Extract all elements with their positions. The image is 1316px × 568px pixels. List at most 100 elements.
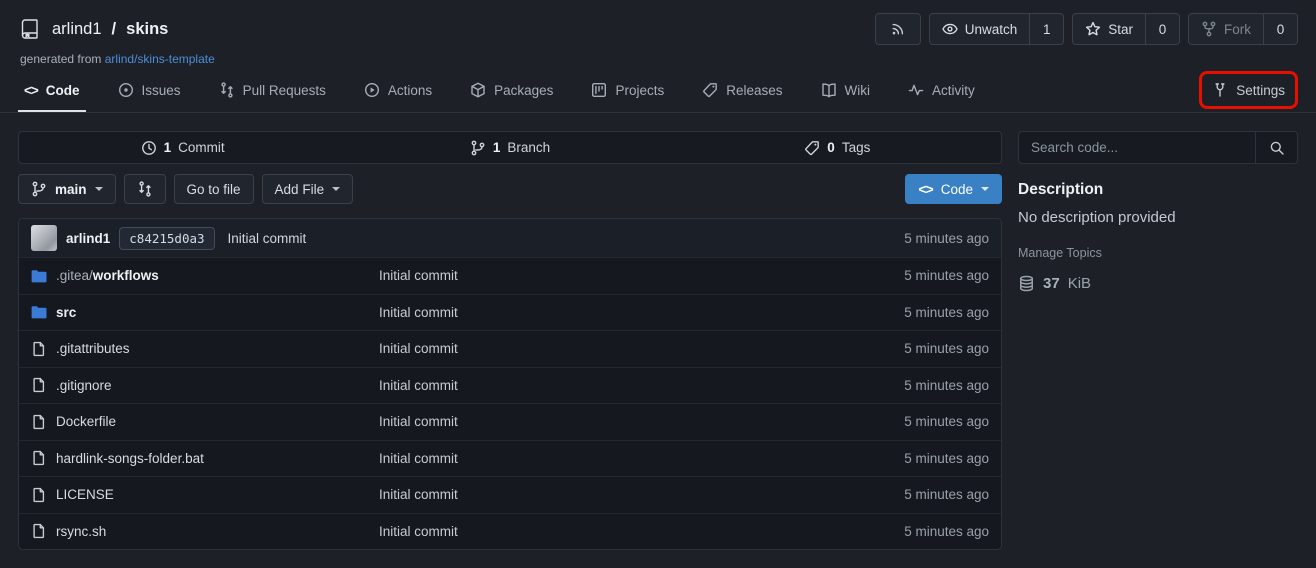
- code-button-label: Code: [941, 182, 973, 197]
- commit-author-link[interactable]: arlind1: [66, 231, 110, 246]
- file-commit-message-link[interactable]: Initial commit: [379, 451, 904, 466]
- search-input[interactable]: [1019, 132, 1255, 163]
- commit-time: 5 minutes ago: [904, 231, 989, 246]
- file-commit-message-link[interactable]: Initial commit: [379, 414, 904, 429]
- branches-label: Branch: [507, 140, 550, 155]
- file-name-link[interactable]: .gitignore: [56, 378, 112, 393]
- commit-message-link[interactable]: Initial commit: [228, 231, 307, 246]
- file-commit-message-link[interactable]: Initial commit: [379, 268, 904, 283]
- search-icon: [1269, 140, 1285, 156]
- table-row: .gitignore Initial commit 5 minutes ago: [19, 367, 1001, 404]
- star-button[interactable]: Star: [1073, 14, 1145, 44]
- file-commit-message-link[interactable]: Initial commit: [379, 341, 904, 356]
- tab-label: Packages: [494, 83, 553, 98]
- generated-from-text: generated from: [20, 52, 101, 66]
- file-commit-time: 5 minutes ago: [904, 451, 1001, 466]
- template-repo-link[interactable]: arlind/skins-template: [105, 52, 215, 66]
- tab-releases[interactable]: Releases: [696, 68, 788, 112]
- star-button-group: Star 0: [1072, 13, 1180, 45]
- description-text: No description provided: [1018, 209, 1298, 226]
- file-commit-message-link[interactable]: Initial commit: [379, 305, 904, 320]
- repo-toolbar: main Go to file Add File <> Code: [18, 174, 1002, 204]
- folder-icon: [31, 268, 47, 284]
- go-to-file-label: Go to file: [187, 182, 241, 197]
- kanban-icon: [591, 82, 607, 98]
- file-commit-time: 5 minutes ago: [904, 378, 1001, 393]
- chevron-down-icon: [981, 187, 989, 191]
- file-icon: [31, 341, 47, 357]
- tags-stat-link[interactable]: 0 Tags: [674, 132, 1001, 163]
- repo-size: 37 KiB: [1018, 275, 1298, 292]
- branch-selector[interactable]: main: [18, 174, 116, 204]
- branches-stat-link[interactable]: 1 Branch: [346, 132, 673, 163]
- watchers-count[interactable]: 1: [1029, 14, 1063, 44]
- file-commit-time: 5 minutes ago: [904, 341, 1001, 356]
- tag-icon: [702, 82, 718, 98]
- tab-actions[interactable]: Actions: [358, 68, 438, 112]
- repo-name-link[interactable]: skins: [126, 20, 168, 39]
- file-name-link[interactable]: Dockerfile: [56, 414, 116, 429]
- file-name-link[interactable]: .gitattributes: [56, 341, 130, 356]
- tags-count: 0: [827, 140, 835, 155]
- file-commit-message-link[interactable]: Initial commit: [379, 524, 904, 539]
- table-row: Dockerfile Initial commit 5 minutes ago: [19, 403, 1001, 440]
- chevron-down-icon: [95, 187, 103, 191]
- file-icon: [31, 414, 47, 430]
- file-commit-time: 5 minutes ago: [904, 305, 1001, 320]
- tab-pull-requests[interactable]: Pull Requests: [213, 68, 332, 112]
- stars-count[interactable]: 0: [1145, 14, 1179, 44]
- compare-button[interactable]: [124, 174, 166, 204]
- git-branch-icon: [31, 181, 47, 197]
- tab-activity[interactable]: Activity: [902, 68, 981, 112]
- code-icon: <>: [24, 83, 38, 98]
- manage-topics-link[interactable]: Manage Topics: [1018, 246, 1102, 260]
- file-name-link[interactable]: LICENSE: [56, 487, 114, 502]
- forks-count[interactable]: 0: [1263, 14, 1297, 44]
- file-name-link[interactable]: rsync.sh: [56, 524, 106, 539]
- rss-button[interactable]: [875, 13, 921, 45]
- file-browser-table: arlind1 c84215d0a3 Initial commit 5 minu…: [18, 218, 1002, 550]
- tools-icon: [1212, 82, 1228, 98]
- commit-sha-link[interactable]: c84215d0a3: [119, 227, 214, 250]
- file-commit-message-link[interactable]: Initial commit: [379, 487, 904, 502]
- avatar[interactable]: [31, 225, 57, 251]
- file-path-prefix[interactable]: .gitea/: [56, 268, 93, 283]
- tab-wiki[interactable]: Wiki: [815, 68, 877, 112]
- tab-label: Releases: [726, 83, 782, 98]
- search-button[interactable]: [1255, 132, 1297, 163]
- star-label: Star: [1108, 22, 1133, 37]
- file-name-link[interactable]: workflows: [93, 268, 159, 283]
- file-name-link[interactable]: hardlink-songs-folder.bat: [56, 451, 204, 466]
- repo-owner-link[interactable]: arlind1: [52, 20, 102, 39]
- go-to-file-button[interactable]: Go to file: [174, 174, 254, 204]
- file-name-link[interactable]: src: [56, 305, 76, 320]
- latest-commit-row: arlind1 c84215d0a3 Initial commit 5 minu…: [19, 219, 1001, 257]
- unwatch-button[interactable]: Unwatch: [930, 14, 1030, 44]
- file-icon: [31, 377, 47, 393]
- repo-tab-bar: <> Code Issues Pull Requests Actions Pac…: [0, 68, 1316, 113]
- tab-settings[interactable]: Settings: [1202, 74, 1295, 106]
- file-commit-message-link[interactable]: Initial commit: [379, 378, 904, 393]
- file-commit-time: 5 minutes ago: [904, 524, 1001, 539]
- table-row: src Initial commit 5 minutes ago: [19, 294, 1001, 331]
- tab-packages[interactable]: Packages: [464, 68, 559, 112]
- tab-projects[interactable]: Projects: [585, 68, 670, 112]
- issue-circle-icon: [118, 82, 134, 98]
- add-file-button[interactable]: Add File: [262, 174, 354, 204]
- tab-code[interactable]: <> Code: [18, 69, 86, 112]
- tab-issues[interactable]: Issues: [112, 68, 187, 112]
- repo-title: arlind1 / skins: [18, 17, 168, 41]
- commits-stat-link[interactable]: 1 Commit: [19, 132, 346, 163]
- chevron-down-icon: [332, 187, 340, 191]
- unwatch-label: Unwatch: [965, 22, 1018, 37]
- repo-actions: Unwatch 1 Star 0 Fork 0: [875, 13, 1298, 45]
- repo-icon: [18, 17, 42, 41]
- code-download-button[interactable]: <> Code: [905, 174, 1002, 204]
- repo-sidebar: Description No description provided Mana…: [1018, 131, 1298, 550]
- fork-label: Fork: [1224, 22, 1251, 37]
- file-icon: [31, 523, 47, 539]
- rss-icon: [876, 14, 920, 44]
- tab-label: Activity: [932, 83, 975, 98]
- fork-button[interactable]: Fork: [1189, 14, 1263, 44]
- tab-label: Settings: [1236, 83, 1285, 98]
